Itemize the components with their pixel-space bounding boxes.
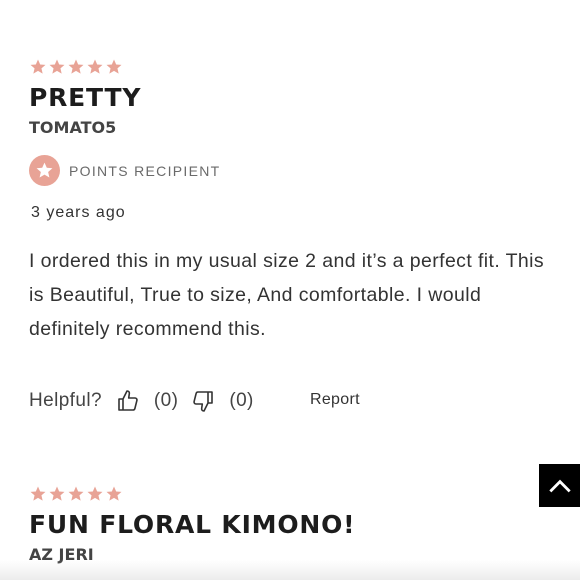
report-link[interactable]: Report [310,391,360,409]
star-icon [87,486,103,501]
review-title: PRETTY [29,83,142,112]
star-badge-icon [29,155,60,186]
downvote-count: (0) [229,390,254,411]
points-recipient-badge: POINTS RECIPIENT [29,155,220,186]
star-icon [30,59,46,74]
thumbs-up-icon [118,390,138,411]
review-title: FUN FLORAL KIMONO! [29,510,356,539]
helpful-label: Helpful? [29,390,102,411]
star-icon [49,486,65,501]
star-icon [49,59,65,74]
star-icon [87,59,103,74]
thumbs-down-icon [193,391,214,412]
downvote-button[interactable]: (0) [191,389,253,413]
review-author: TOMATO5 [29,118,117,137]
star-icon [106,486,122,501]
chevron-up-icon [548,479,571,492]
star-rating [29,485,123,503]
helpful-row: Helpful? (0) (0) [29,386,254,416]
review-body: I ordered this in my usual size 2 and it… [29,250,545,340]
star-icon [106,59,122,74]
bottom-shadow [0,560,580,580]
upvote-button[interactable]: (0) [116,389,178,413]
review-date: 3 years ago [31,204,126,221]
star-icon [68,486,84,501]
back-to-top-button[interactable] [539,464,580,507]
badge-label: POINTS RECIPIENT [69,162,221,179]
star-icon [30,486,46,501]
star-rating [29,58,123,76]
upvote-count: (0) [153,390,179,411]
star-icon [68,59,84,74]
